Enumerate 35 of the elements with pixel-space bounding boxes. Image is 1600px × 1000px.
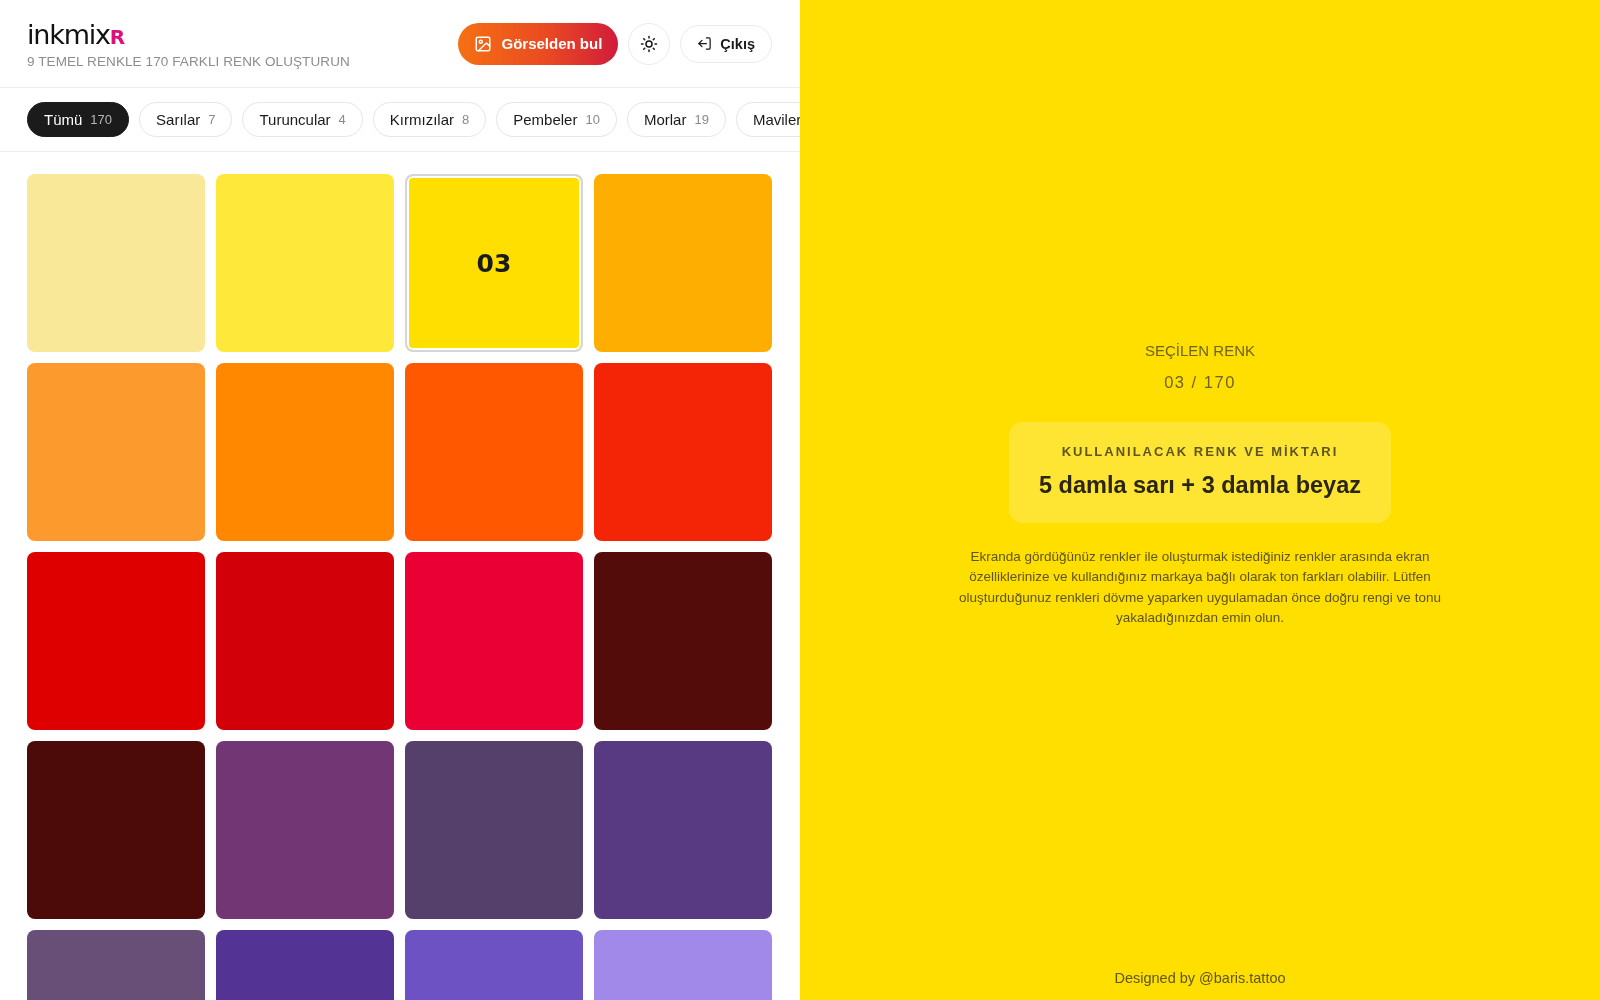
filter-chip[interactable]: Pembeler 10 bbox=[496, 102, 617, 137]
designer-credit: Designed by @baris.tattoo bbox=[1114, 970, 1286, 988]
disclaimer-text: Ekranda gördüğünüz renkler ile oluşturmak istediğiniz renkler arasında ekran özelliklerinize ve kullandığınız markaya bağlı olarak ton farkları olabilir. Lütfen oluşturduğunuz renkleri dövme yaparken uygulamadan önce doğru rengi ve tonu yakaladığınızdan emin olun. bbox=[958, 547, 1442, 627]
logo: inkmixR bbox=[27, 20, 126, 51]
color-swatch[interactable] bbox=[216, 363, 394, 541]
color-swatch[interactable] bbox=[27, 741, 205, 919]
color-swatch[interactable] bbox=[594, 552, 772, 730]
filter-chip[interactable]: Turuncular 4 bbox=[242, 102, 363, 137]
filter-chip[interactable]: Kırmızılar 8 bbox=[372, 102, 487, 137]
filter-chip[interactable]: Sarılar 7 bbox=[139, 102, 233, 137]
color-swatch[interactable] bbox=[405, 363, 583, 541]
color-swatch[interactable] bbox=[216, 552, 394, 730]
filter-chip[interactable]: Tümü 170 bbox=[27, 102, 130, 137]
color-swatch[interactable] bbox=[594, 741, 772, 919]
sun-icon bbox=[640, 34, 659, 53]
color-swatch[interactable]: 03 bbox=[405, 174, 583, 352]
color-swatch[interactable] bbox=[405, 552, 583, 730]
filter-chip[interactable]: Morlar 19 bbox=[626, 102, 726, 137]
color-swatch[interactable] bbox=[27, 174, 205, 352]
color-swatch[interactable] bbox=[216, 741, 394, 919]
logout-icon bbox=[697, 36, 713, 51]
color-swatch[interactable] bbox=[405, 741, 583, 919]
recipe-value: 5 damla sarı + 3 damla beyaz bbox=[1039, 471, 1361, 499]
selected-color-position: 03 / 170 bbox=[1164, 372, 1236, 392]
color-swatch[interactable] bbox=[27, 363, 205, 541]
color-swatch[interactable] bbox=[27, 552, 205, 730]
logout-button[interactable]: Çıkış bbox=[680, 24, 772, 63]
recipe-title: KULLANILACAK RENK VE MİKTARI bbox=[1061, 443, 1339, 459]
find-from-image-button[interactable]: Görselden bul bbox=[458, 22, 619, 65]
image-icon bbox=[474, 34, 493, 53]
color-swatch[interactable] bbox=[594, 363, 772, 541]
color-swatch[interactable] bbox=[594, 174, 772, 352]
selected-color-heading: SEÇİLEN RENK bbox=[1144, 341, 1255, 359]
tagline: 9 TEMEL RENKLE 170 FARKLI RENK OLUŞTURUN bbox=[27, 53, 350, 69]
color-swatch[interactable] bbox=[216, 174, 394, 352]
